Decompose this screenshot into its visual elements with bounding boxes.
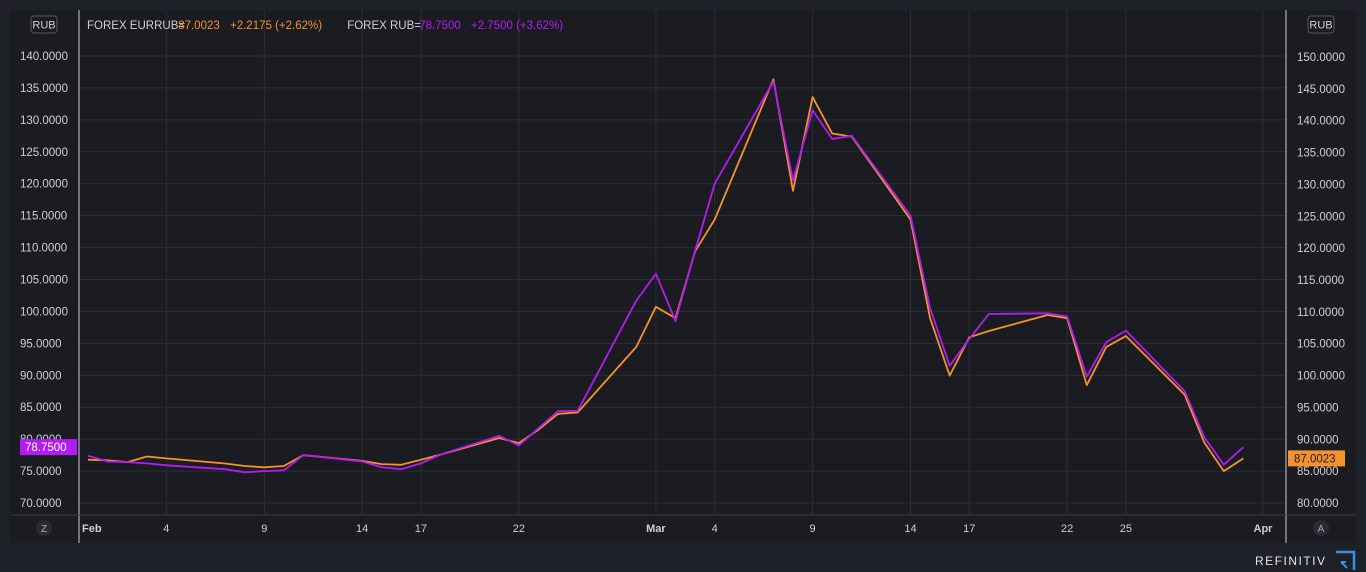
right-tick-label: 135.0000 xyxy=(1297,148,1345,160)
x-tick-label: 22 xyxy=(513,523,525,535)
left-corner-label: Z xyxy=(41,524,47,535)
left-tick-label: 95.0000 xyxy=(20,338,62,350)
legend-series-change: +2.2175 (+2.62%) xyxy=(230,20,322,32)
right-tick-label: 150.0000 xyxy=(1297,52,1345,64)
chart-panel: 70.0000 75.0000 80.0000 85.0000 90.0000 95.00… xyxy=(10,10,1356,543)
x-tick-label: 22 xyxy=(1061,523,1073,535)
right-tick-label: 95.0000 xyxy=(1297,402,1339,414)
x-tick-label: 14 xyxy=(904,523,916,535)
legend-series-value: 78.7500 xyxy=(419,20,461,32)
right-tick-label: 85.0000 xyxy=(1297,466,1339,478)
x-tick-label: 17 xyxy=(415,523,427,535)
last-value-label-right: 87.0023 xyxy=(1294,453,1336,465)
right-tick-label: 120.0000 xyxy=(1297,243,1345,255)
right-corner-label: A xyxy=(1318,524,1325,535)
left-tick-label: 85.0000 xyxy=(20,402,62,414)
x-tick-label: 4 xyxy=(712,523,718,535)
right-tick-label: 100.0000 xyxy=(1297,371,1345,383)
last-value-label-left: 78.7500 xyxy=(25,442,67,454)
right-tick-label: 140.0000 xyxy=(1297,116,1345,128)
x-tick-label: Mar xyxy=(646,523,666,535)
left-tick-label: 90.0000 xyxy=(20,370,62,382)
right-unit-badge: RUB xyxy=(1309,20,1332,32)
left-tick-label: 135.0000 xyxy=(20,83,68,95)
x-tick-label: Feb xyxy=(82,523,102,535)
x-tick-label: 17 xyxy=(963,523,975,535)
legend-series-name: FOREX EURRUB= xyxy=(87,20,185,32)
grid xyxy=(79,10,1286,515)
left-tick-label: 130.0000 xyxy=(20,115,68,127)
x-tick-label: 4 xyxy=(163,523,169,535)
legend-series-value: 87.0023 xyxy=(178,20,220,32)
x-tick-label: 25 xyxy=(1120,523,1132,535)
left-tick-label: 125.0000 xyxy=(20,147,68,159)
right-tick-label: 80.0000 xyxy=(1297,498,1339,510)
right-tick-label: 90.0000 xyxy=(1297,434,1339,446)
left-tick-label: 110.0000 xyxy=(20,243,67,255)
left-tick-label: 115.0000 xyxy=(20,211,67,223)
x-tick-label: 14 xyxy=(356,523,368,535)
left-unit-badge: RUB xyxy=(32,20,55,32)
refinitiv-logo-icon xyxy=(1336,550,1356,570)
right-tick-label: 130.0000 xyxy=(1297,179,1345,191)
left-tick-label: 70.0000 xyxy=(20,498,62,510)
left-tick-label: 75.0000 xyxy=(20,466,62,478)
chart-svg: 70.0000 75.0000 80.0000 85.0000 90.0000 95.00… xyxy=(10,10,1356,543)
left-tick-label: 100.0000 xyxy=(20,306,68,318)
right-tick-label: 115.0000 xyxy=(1297,275,1344,287)
legend-series-change: +2.7500 (+3.62%) xyxy=(471,20,563,32)
refinitiv-logo-text: REFINITIV xyxy=(1255,554,1327,568)
left-tick-label: 140.0000 xyxy=(20,51,68,63)
right-tick-label: 125.0000 xyxy=(1297,211,1345,223)
right-tick-label: 145.0000 xyxy=(1297,84,1345,96)
x-tick-label: 9 xyxy=(810,523,816,535)
left-tick-label: 120.0000 xyxy=(20,179,68,191)
legend-series-name: FOREX RUB= xyxy=(347,20,421,32)
x-tick-label: Apr xyxy=(1254,523,1274,535)
left-tick-label: 105.0000 xyxy=(20,275,68,287)
x-tick-label: 9 xyxy=(261,523,267,535)
right-tick-label: 105.0000 xyxy=(1297,339,1345,351)
right-tick-label: 110.0000 xyxy=(1297,307,1344,319)
